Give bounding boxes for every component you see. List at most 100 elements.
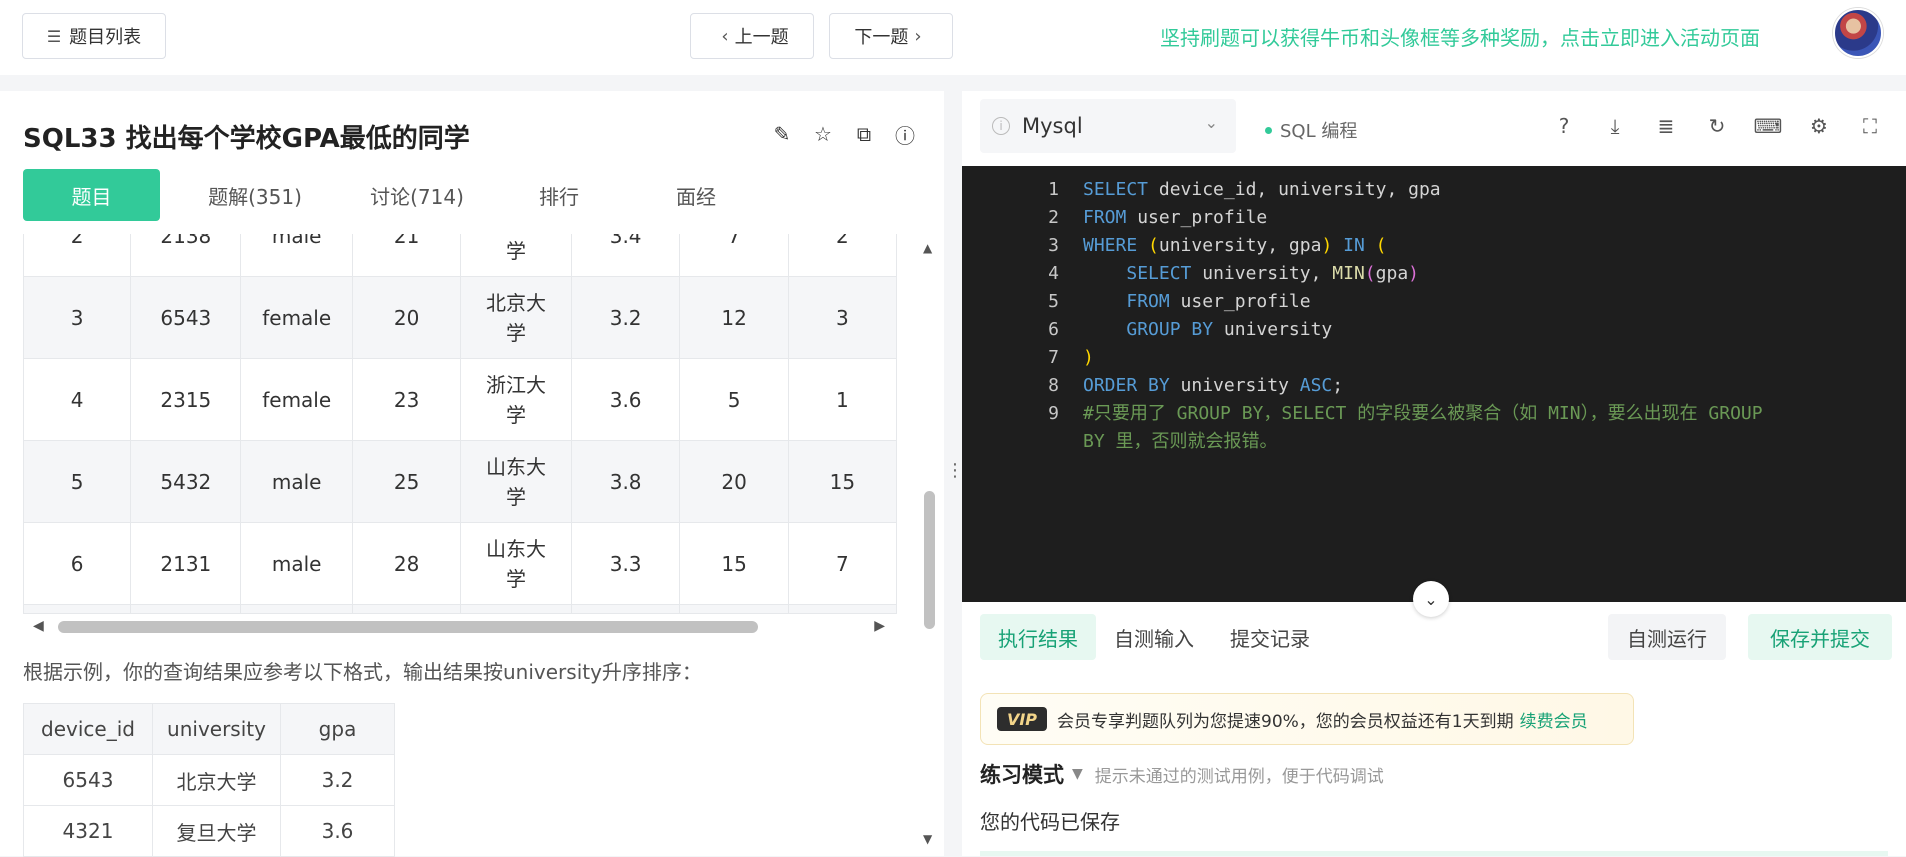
tab-submission-history[interactable]: 提交记录: [1212, 614, 1328, 660]
table-cell: 12: [679, 276, 789, 359]
vip-text: 会员专享判题队列为您提速90%，您的会员权益还有1天到期: [1057, 711, 1514, 732]
chevron-right-icon: ›: [914, 25, 922, 47]
table-cell: 5: [23, 440, 132, 523]
table-cell: 26: [351, 604, 462, 613]
scroll-down-icon[interactable]: ▼: [923, 832, 932, 846]
scroll-up-icon[interactable]: ▲: [923, 241, 932, 255]
table-cell: 28: [351, 522, 462, 605]
language-label: Mysql: [1022, 114, 1083, 138]
settings-icon[interactable]: ⚙: [1807, 114, 1831, 138]
keyboard-icon[interactable]: ⌨: [1754, 114, 1783, 138]
horizontal-scrollbar[interactable]: ◀ ▶: [23, 614, 897, 638]
format-icon[interactable]: ≣: [1654, 114, 1678, 138]
save-and-submit-button[interactable]: 保存并提交: [1748, 614, 1892, 660]
next-question-label: 下一题: [854, 27, 909, 48]
editor-toolbar: ? ⤓ ≣ ↻ ⌨ ⚙ ⛶: [1552, 114, 1882, 138]
practice-mode-selector[interactable]: 练习模式 ▼ 提示未通过的测试用例，便于代码调试: [980, 759, 1384, 789]
code-text: FROM user_profile: [1126, 291, 1311, 312]
table-cell: male: [240, 522, 353, 605]
collapse-console-button[interactable]: ⌄: [1413, 581, 1449, 617]
line-number: 4: [1048, 263, 1059, 284]
table-row: 6 2131 male 28 山东大学 3.3 15 7: [23, 522, 897, 605]
table-cell: 3.2: [280, 754, 395, 806]
table-cell: 3: [787, 276, 897, 359]
download-icon[interactable]: ⤓: [1603, 114, 1627, 138]
fullscreen-icon[interactable]: ⛶: [1858, 114, 1882, 138]
table-header-row: device_id university gpa: [23, 703, 395, 755]
code-text: GROUP BY university: [1126, 319, 1333, 340]
line-number: 1: [1048, 179, 1059, 200]
line-number: 3: [1048, 235, 1059, 256]
table-cell: 北京大学: [460, 276, 572, 359]
code-line: 4 SELECT university, MIN(gpa): [962, 260, 1906, 288]
table-row: 4 2315 female 23 浙江大学 3.6 5 1: [23, 358, 897, 441]
table-row: 22138male21北京大学3.472: [23, 234, 897, 277]
table-cell: 3.6: [570, 358, 681, 441]
tab-discussion[interactable]: 讨论(714): [350, 169, 484, 221]
table-cell: male: [240, 440, 353, 523]
tab-ranking[interactable]: 排行: [484, 169, 634, 221]
tab-interview[interactable]: 面经: [634, 169, 758, 221]
prev-question-button[interactable]: ‹ 上一题: [690, 13, 814, 59]
mode-label: SQL 编程: [1280, 121, 1358, 142]
table-cell: 山东大学: [460, 522, 572, 605]
code-editor[interactable]: 1 SELECT device_id, university, gpa 2 FR…: [962, 166, 1906, 602]
horizontal-scroll-thumb[interactable]: [58, 621, 758, 633]
practice-mode-desc: 提示未通过的测试用例，便于代码调试: [1094, 766, 1384, 787]
refresh-icon[interactable]: ↻: [1705, 114, 1729, 138]
table-cell: 4321: [23, 805, 153, 857]
column-header: gpa: [280, 703, 395, 755]
table-cell: 20: [679, 440, 789, 523]
vertical-scroll-thumb[interactable]: [924, 491, 935, 629]
tab-solutions[interactable]: 题解(351): [160, 169, 350, 221]
table-cell: 2315: [130, 358, 242, 441]
table-cell: 2: [787, 234, 897, 277]
info-icon[interactable]: ⓘ: [893, 122, 917, 148]
line-number: 2: [1048, 207, 1059, 228]
line-number: 8: [1048, 375, 1059, 396]
line-number: 9: [1048, 403, 1059, 424]
tab-custom-input[interactable]: 自测输入: [1096, 614, 1212, 660]
star-icon[interactable]: ☆: [811, 122, 835, 146]
code-text: SELECT university, MIN(gpa): [1126, 263, 1419, 284]
vertical-scrollbar[interactable]: ▲ ▼: [922, 241, 936, 846]
edit-icon[interactable]: ✎: [770, 122, 794, 146]
table-cell: 3.6: [570, 604, 681, 613]
help-icon[interactable]: ?: [1552, 114, 1576, 138]
caret-down-icon: ▼: [1072, 766, 1083, 782]
code-text: ORDER BY university ASC;: [1083, 375, 1344, 396]
info-icon: i: [992, 117, 1010, 135]
table-cell: 15: [679, 522, 789, 605]
tab-execution-result[interactable]: 执行结果: [980, 614, 1096, 660]
scroll-left-icon[interactable]: ◀: [33, 618, 44, 634]
result-tabs: 执行结果 自测输入 提交记录: [980, 614, 1328, 660]
table-cell: 7: [679, 234, 789, 277]
scroll-right-icon[interactable]: ▶: [874, 618, 885, 634]
table-cell: 复旦大学: [152, 805, 281, 857]
vip-badge: VIP: [997, 707, 1047, 731]
question-list-button[interactable]: ☰ 题目列表: [22, 13, 166, 59]
editor-mode: SQL 编程: [1265, 117, 1357, 143]
activity-promo-link[interactable]: 坚持刷题可以获得牛币和头像框等多种奖励，点击立即进入活动页面: [1160, 22, 1760, 51]
tab-question[interactable]: 题目: [23, 169, 160, 221]
page-title: SQL33 找出每个学校GPA最低的同学: [23, 124, 470, 154]
language-select[interactable]: i Mysql ⌄: [980, 99, 1236, 153]
table-cell: 9: [679, 604, 789, 613]
avatar[interactable]: [1833, 8, 1883, 58]
table-cell: 23: [351, 358, 462, 441]
code-text: BY 里，否则就会报错。: [1083, 431, 1278, 452]
table-cell: 复旦大学: [460, 604, 572, 613]
code-text: WHERE (university, gpa) IN (: [1083, 235, 1387, 256]
next-question-button[interactable]: 下一题 ›: [829, 13, 953, 59]
run-button[interactable]: 自测运行: [1608, 614, 1726, 660]
share-icon[interactable]: ⧉: [852, 122, 876, 146]
table-cell: female: [240, 358, 353, 441]
expected-result-table: device_id university gpa 6543 北京大学 3.2 4…: [23, 703, 395, 857]
table-cell: 15: [787, 440, 897, 523]
renew-membership-link[interactable]: 续费会员: [1520, 707, 1588, 732]
table-row: 4321 复旦大学 3.6: [23, 805, 395, 857]
code-line: 9 #只要用了 GROUP BY，SELECT 的字段要么被聚合（如 MIN），…: [962, 400, 1906, 428]
table-cell: 浙江大学: [460, 358, 572, 441]
title-actions: ✎ ☆ ⧉ ⓘ: [770, 122, 917, 148]
table-cell: 3.3: [570, 522, 681, 605]
